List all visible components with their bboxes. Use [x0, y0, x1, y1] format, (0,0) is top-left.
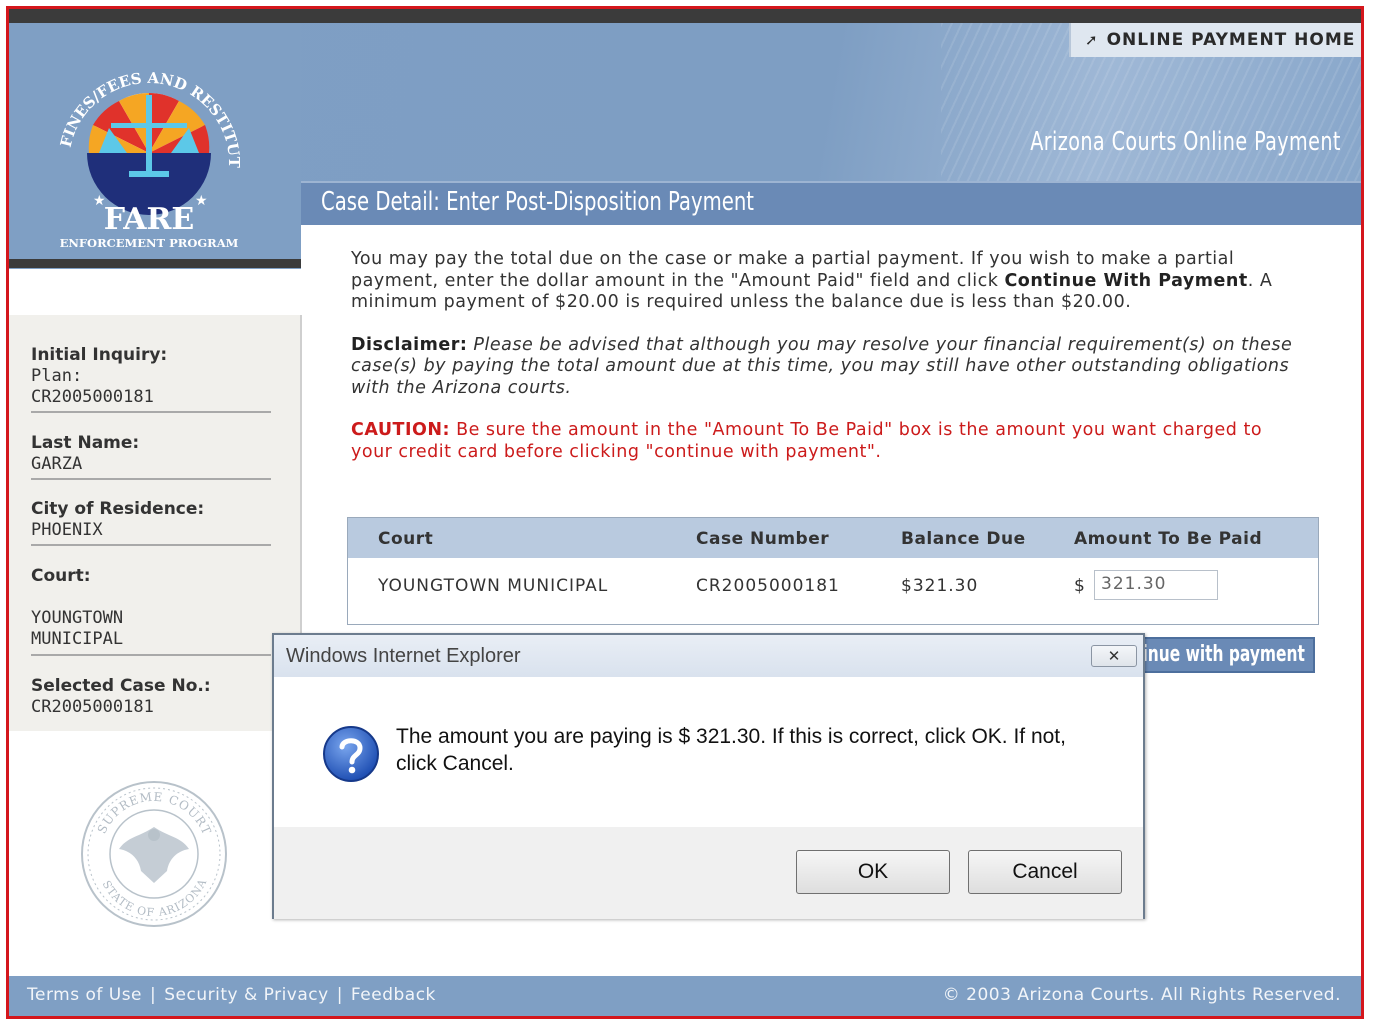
- table-header: Court Case Number Balance Due Amount To …: [348, 518, 1318, 558]
- payment-table: Court Case Number Balance Due Amount To …: [347, 517, 1319, 625]
- initial-inquiry-block: Initial Inquiry: Plan: CR2005000181: [31, 345, 271, 408]
- terms-of-use-link[interactable]: Terms of Use: [27, 985, 142, 1005]
- court-label: Court:: [31, 566, 91, 586]
- feedback-link[interactable]: Feedback: [351, 985, 436, 1005]
- dialog-title: Windows Internet Explorer: [286, 645, 521, 667]
- divider: [31, 478, 271, 480]
- online-payment-home-link[interactable]: ➚ ONLINE PAYMENT HOME: [1069, 23, 1361, 57]
- supreme-court-seal: SUPREME COURT STATE OF ARIZONA: [81, 781, 227, 927]
- divider: [31, 411, 271, 413]
- footer: Terms of Use | Security & Privacy | Feedback…: [9, 976, 1361, 1016]
- dialog-title-bar[interactable]: Windows Internet Explorer ✕: [274, 635, 1143, 677]
- fare-logo[interactable]: FINES/FEES AND RESTITUTION ★ ★ FARE ENFO…: [49, 53, 249, 253]
- top-bar: [9, 9, 1361, 23]
- continue-with-payment-emphasis: Continue With Payment: [1004, 270, 1248, 291]
- footer-separator: |: [150, 985, 157, 1005]
- selected-case-block: Selected Case No.: CR2005000181: [31, 676, 271, 718]
- divider: [31, 654, 271, 656]
- logo-underbar: [9, 259, 301, 268]
- confirm-dialog: Windows Internet Explorer ✕ The amount y…: [272, 633, 1145, 919]
- ok-button[interactable]: OK: [796, 850, 950, 894]
- logo-sub: ENFORCEMENT PROGRAM: [60, 236, 239, 250]
- footer-links: Terms of Use | Security & Privacy | Feedback: [27, 985, 436, 1005]
- court-block: Court: YOUNGTOWN MUNICIPAL: [31, 566, 271, 650]
- plan-value: CR2005000181: [31, 387, 154, 407]
- instructions: You may pay the total due on the case or…: [351, 249, 1301, 484]
- security-privacy-link[interactable]: Security & Privacy: [164, 985, 328, 1005]
- court-value-line2: MUNICIPAL: [31, 629, 124, 649]
- caution-paragraph: CAUTION: Be sure the amount in the "Amou…: [351, 420, 1301, 463]
- dialog-buttons: OK Cancel: [274, 827, 1143, 919]
- continue-with-payment-button[interactable]: Continue with payment: [1131, 637, 1315, 673]
- disclaimer-label: Disclaimer:: [351, 334, 468, 355]
- column-header-case-number: Case Number: [696, 529, 830, 549]
- last-name-block: Last Name: GARZA: [31, 433, 271, 475]
- cell-court: YOUNGTOWN MUNICIPAL: [378, 576, 609, 596]
- caution-text: Be sure the amount in the "Amount To Be …: [351, 420, 1263, 462]
- column-header-court: Court: [378, 529, 434, 549]
- arrow-icon: ➚: [1085, 31, 1099, 49]
- page-title: Case Detail: Enter Post-Disposition Paym…: [321, 187, 754, 217]
- caution-label: CAUTION:: [351, 420, 451, 440]
- initial-inquiry-label: Initial Inquiry:: [31, 345, 168, 365]
- footer-separator: |: [336, 985, 343, 1005]
- cancel-button[interactable]: Cancel: [968, 850, 1122, 894]
- city-label: City of Residence:: [31, 499, 205, 519]
- section-bar: Case Detail: Enter Post-Disposition Paym…: [301, 181, 1361, 225]
- question-icon: [323, 726, 379, 782]
- amount-to-be-paid-input[interactable]: 321.30: [1094, 570, 1218, 600]
- copyright: © 2003 Arizona Courts. All Rights Reserv…: [942, 985, 1341, 1005]
- svg-text:★: ★: [195, 193, 208, 209]
- online-home-label: ONLINE PAYMENT HOME: [1106, 30, 1356, 50]
- logo-name: FARE: [104, 202, 195, 237]
- dialog-body: The amount you are paying is $ 321.30. I…: [274, 677, 1143, 827]
- intro-paragraph: You may pay the total due on the case or…: [351, 249, 1273, 312]
- dialog-message: The amount you are paying is $ 321.30. I…: [396, 725, 1066, 775]
- currency-symbol: $: [1074, 576, 1086, 596]
- site-title: Arizona Courts Online Payment: [1030, 127, 1341, 157]
- city-value: PHOENIX: [31, 520, 103, 540]
- continue-button-label: Continue with payment: [1133, 642, 1305, 667]
- logo-panel: FINES/FEES AND RESTITUTION ★ ★ FARE ENFO…: [9, 23, 301, 269]
- disclaimer-text: Please be advised that although you may …: [351, 334, 1293, 398]
- last-name-value: GARZA: [31, 454, 83, 474]
- cell-balance-due: $321.30: [901, 576, 979, 596]
- selected-case-label: Selected Case No.:: [31, 676, 211, 696]
- case-summary-sidebar: Initial Inquiry: Plan: CR2005000181 Last…: [9, 315, 302, 731]
- last-name-label: Last Name:: [31, 433, 140, 453]
- close-icon: ✕: [1107, 647, 1121, 665]
- court-value-line1: YOUNGTOWN: [31, 608, 124, 628]
- close-button[interactable]: ✕: [1091, 645, 1137, 667]
- divider: [31, 544, 271, 546]
- disclaimer-paragraph: Disclaimer: Please be advised that altho…: [351, 335, 1301, 400]
- cell-case-number: CR2005000181: [696, 576, 840, 596]
- selected-case-value: CR2005000181: [31, 697, 154, 717]
- city-block: City of Residence: PHOENIX: [31, 499, 271, 541]
- plan-label: Plan:: [31, 366, 83, 386]
- column-header-amount: Amount To Be Paid: [1074, 529, 1263, 549]
- column-header-balance-due: Balance Due: [901, 529, 1026, 549]
